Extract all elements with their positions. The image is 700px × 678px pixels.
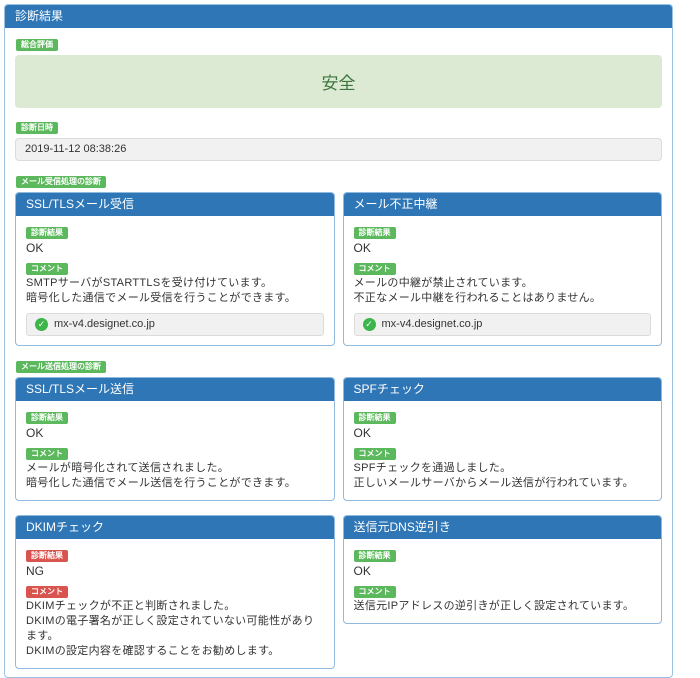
panel-dkim-check: DKIMチェック 診断結果 NG コメント DKIMチェックが不正と判断されまし… [15, 515, 335, 669]
datetime-value: 2019-11-12 08:38:26 [15, 138, 662, 161]
panel-title: SSL/TLSメール受信 [16, 193, 334, 216]
page-title: 診断結果 [5, 5, 672, 28]
panel-title: SSL/TLSメール送信 [16, 378, 334, 401]
send-panels-row-1: SSL/TLSメール送信 診断結果 OK コメント メールが暗号化されて送信され… [15, 377, 662, 501]
comment-line: 送信元IPアドレスの逆引きが正しく設定されています。 [354, 599, 652, 614]
receive-panels-row: SSL/TLSメール受信 診断結果 OK コメント SMTPサーバがSTARTT… [15, 192, 662, 346]
result-badge: 診断結果 [26, 550, 68, 562]
server-name: mx-v4.designet.co.jp [382, 317, 483, 332]
comment-line: SMTPサーバがSTARTTLSを受け付けています。 [26, 276, 324, 291]
comment-badge: コメント [354, 586, 396, 598]
comment-badge: コメント [354, 448, 396, 460]
overall-rating-value: 安全 [15, 55, 662, 108]
server-box: ✓ mx-v4.designet.co.jp [26, 313, 324, 336]
result-badge: 診断結果 [26, 227, 68, 239]
comment-line: SPFチェックを通過しました。 [354, 461, 652, 476]
result-badge: 診断結果 [354, 412, 396, 424]
send-panels-row-2: DKIMチェック 診断結果 NG コメント DKIMチェックが不正と判断されまし… [15, 515, 662, 669]
comment-line: 暗号化した通信でメール送信を行うことができます。 [26, 476, 324, 491]
comment-badge: コメント [354, 263, 396, 275]
check-circle-icon: ✓ [35, 318, 48, 331]
section-badge-send: メール送信処理の診断 [16, 361, 106, 373]
comment-line: 暗号化した通信でメール受信を行うことができます。 [26, 291, 324, 306]
panel-title: 送信元DNS逆引き [344, 516, 662, 539]
result-value: OK [354, 564, 652, 579]
comment-line: 正しいメールサーバからメール送信が行われています。 [354, 476, 652, 491]
result-value: OK [354, 241, 652, 256]
panel-mail-relay: メール不正中継 診断結果 OK コメント メールの中継が禁止されています。 不正… [343, 192, 663, 346]
result-badge: 診断結果 [26, 412, 68, 424]
comment-badge: コメント [26, 586, 68, 598]
overall-rating-badge: 総合評価 [16, 39, 58, 51]
result-value: NG [26, 564, 324, 579]
comment-line: メールの中継が禁止されています。 [354, 276, 652, 291]
section-badge-receive: メール受信処理の診断 [16, 176, 106, 188]
panel-title: メール不正中継 [344, 193, 662, 216]
panel-ssl-tls-receive: SSL/TLSメール受信 診断結果 OK コメント SMTPサーバがSTARTT… [15, 192, 335, 346]
panel-spf-check: SPFチェック 診断結果 OK コメント SPFチェックを通過しました。 正しい… [343, 377, 663, 501]
comment-line: メールが暗号化されて送信されました。 [26, 461, 324, 476]
panel-dns-reverse-lookup: 送信元DNS逆引き 診断結果 OK コメント 送信元IPアドレスの逆引きが正しく… [343, 515, 663, 624]
server-name: mx-v4.designet.co.jp [54, 317, 155, 332]
comment-badge: コメント [26, 448, 68, 460]
check-circle-icon: ✓ [363, 318, 376, 331]
datetime-badge: 診断日時 [16, 122, 58, 134]
result-value: OK [26, 426, 324, 441]
result-badge: 診断結果 [354, 550, 396, 562]
diagnosis-results-panel: 診断結果 総合評価 安全 診断日時 2019-11-12 08:38:26 メー… [4, 4, 673, 678]
comment-line: DKIMの電子署名が正しく設定されていない可能性があります。 [26, 614, 324, 644]
result-value: OK [26, 241, 324, 256]
panel-title: DKIMチェック [16, 516, 334, 539]
comment-line: DKIMの設定内容を確認することをお勧めします。 [26, 644, 324, 659]
comment-line: 不正なメール中継を行われることはありません。 [354, 291, 652, 306]
panel-title: SPFチェック [344, 378, 662, 401]
page-body: 総合評価 安全 診断日時 2019-11-12 08:38:26 メール受信処理… [5, 28, 672, 677]
comment-line: DKIMチェックが不正と判断されました。 [26, 599, 324, 614]
result-badge: 診断結果 [354, 227, 396, 239]
result-value: OK [354, 426, 652, 441]
server-box: ✓ mx-v4.designet.co.jp [354, 313, 652, 336]
comment-badge: コメント [26, 263, 68, 275]
panel-ssl-tls-send: SSL/TLSメール送信 診断結果 OK コメント メールが暗号化されて送信され… [15, 377, 335, 501]
